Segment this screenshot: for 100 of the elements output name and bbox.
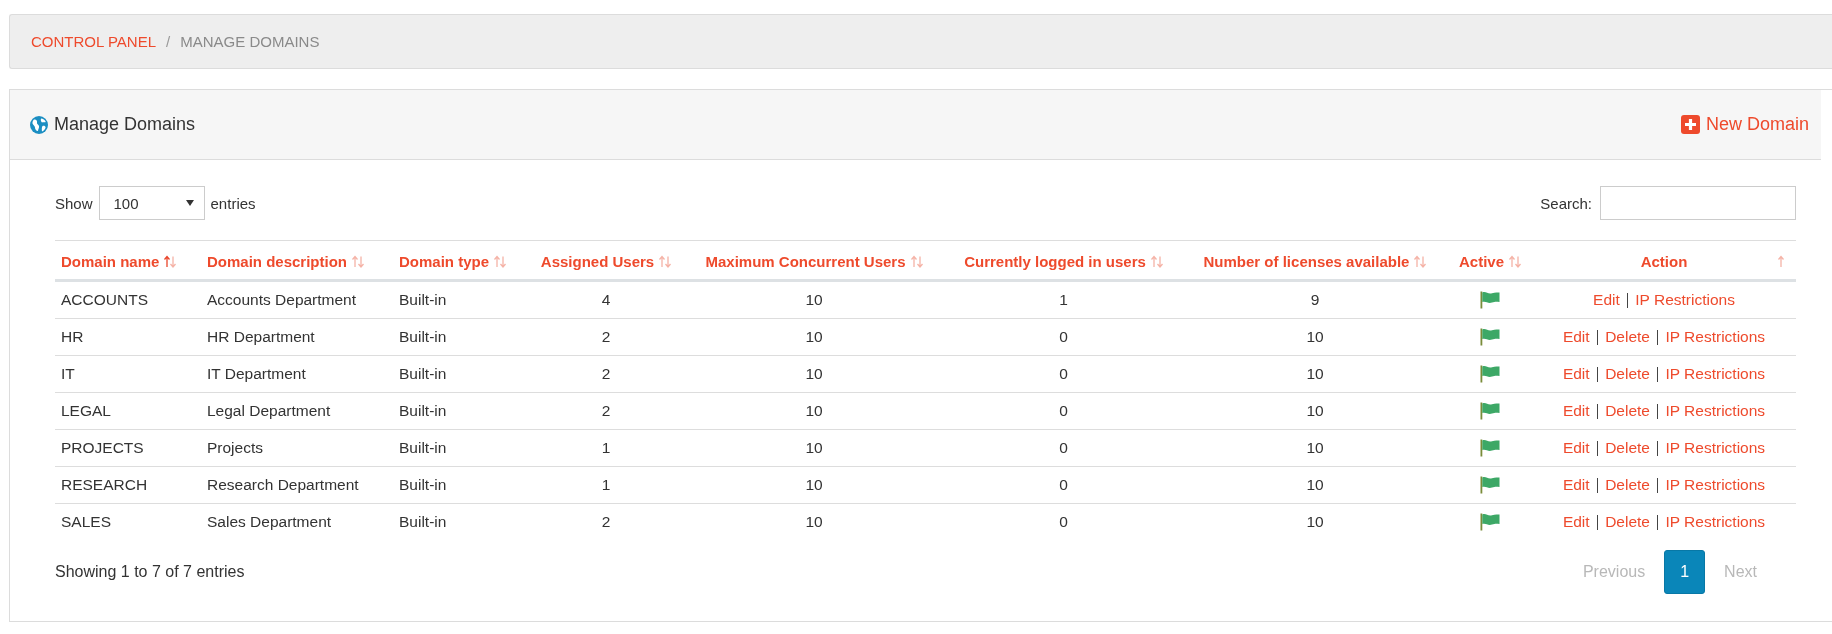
search-label: Search:	[1540, 194, 1592, 212]
plus-icon	[1680, 115, 1700, 134]
caret-icon	[185, 200, 194, 206]
action-link[interactable]: Delete	[1605, 365, 1650, 383]
action-link[interactable]: IP Restrictions	[1665, 328, 1766, 346]
table-cell: 1	[1059, 291, 1068, 308]
table-cell: Legal Department	[207, 402, 331, 419]
table-cell: PROJECTS	[61, 439, 144, 456]
table-cell: 0	[1059, 402, 1068, 419]
action-link[interactable]: Edit	[1562, 439, 1590, 457]
action-link[interactable]: Edit	[1562, 328, 1590, 346]
table-cell: 4	[601, 291, 611, 308]
table-cell: Built-in	[399, 365, 447, 382]
panel-title: Manage Domains	[54, 114, 196, 135]
action-link[interactable]: Edit	[1562, 365, 1590, 383]
column-header[interactable]: Domain type	[399, 253, 489, 270]
table-cell: SALES	[61, 513, 111, 530]
table-cell: 10	[805, 291, 823, 308]
action-link[interactable]: Edit	[1562, 476, 1590, 494]
table-cell: Built-in	[399, 328, 447, 345]
show-label: Show	[55, 194, 93, 212]
column-header[interactable]: Number of licenses available	[1203, 253, 1410, 270]
table-cell: 10	[805, 328, 823, 345]
sort-icon[interactable]	[1150, 254, 1163, 269]
table-cell: IT Department	[207, 365, 306, 382]
column-header[interactable]: Maximum Concurrent Users	[705, 253, 906, 270]
sort-icon[interactable]	[164, 254, 177, 269]
table-cell: Sales Department	[207, 513, 332, 530]
sort-icon[interactable]	[494, 254, 506, 269]
table-cell: 1	[601, 476, 611, 493]
sort-icon[interactable]	[1414, 254, 1427, 269]
sort-icon[interactable]	[1509, 254, 1521, 269]
table-cell: Projects	[207, 439, 263, 456]
table-cell: 10	[1306, 476, 1324, 493]
table-cell: LEGAL	[61, 402, 111, 419]
sort-icon[interactable]	[910, 254, 923, 269]
page-button[interactable]: 1	[1664, 550, 1706, 594]
table-cell: Accounts Department	[207, 291, 357, 308]
action-link[interactable]: Delete	[1605, 402, 1650, 420]
table-cell: Built-in	[399, 513, 447, 530]
column-header[interactable]: Domain name	[61, 253, 160, 270]
table-cell: 10	[1306, 439, 1324, 456]
action-link[interactable]: Delete	[1605, 476, 1650, 494]
column-header[interactable]: Action	[1640, 253, 1688, 270]
action-link[interactable]: Edit	[1562, 402, 1590, 420]
table-cell: RESEARCH	[61, 476, 148, 493]
table-cell: 1	[601, 439, 611, 456]
column-header[interactable]: Assigned Users	[540, 253, 655, 270]
table-cell: 10	[1306, 365, 1324, 382]
action-link[interactable]: IP Restrictions	[1665, 476, 1766, 494]
column-header[interactable]: Domain description	[207, 253, 348, 270]
action-link[interactable]: IP Restrictions	[1665, 439, 1766, 457]
entries-select[interactable]: 100	[98, 186, 205, 220]
table-cell: 10	[805, 365, 823, 382]
search-field[interactable]	[1600, 186, 1796, 220]
table-cell: 2	[601, 328, 611, 345]
new-domain-button[interactable]: New Domain	[1680, 114, 1809, 135]
table-cell: Built-in	[399, 476, 447, 493]
table-cell: 10	[1306, 513, 1324, 530]
table-cell: 0	[1059, 365, 1068, 382]
breadcrumb-separator: /	[166, 33, 171, 50]
entries-label: entries	[210, 194, 256, 212]
breadcrumb-link[interactable]: CONTROL PANEL	[31, 33, 157, 50]
action-link[interactable]: IP Restrictions	[1665, 365, 1766, 383]
table-cell: 10	[805, 513, 823, 530]
action-link[interactable]: Edit	[1562, 513, 1590, 531]
table-cell: IT	[61, 365, 75, 382]
column-header[interactable]: Active	[1459, 253, 1504, 270]
table-cell: 0	[1059, 513, 1068, 530]
table-cell: 2	[601, 402, 611, 419]
table-cell: 10	[805, 402, 823, 419]
table-cell: 2	[601, 365, 611, 382]
table-cell: 10	[805, 476, 823, 493]
table-cell: Built-in	[399, 439, 447, 456]
table-cell: 9	[1310, 291, 1320, 308]
table-cell: 0	[1059, 439, 1068, 456]
table-cell: 10	[1306, 328, 1324, 345]
sort-icon[interactable]	[1778, 254, 1784, 269]
sort-icon[interactable]	[659, 254, 672, 269]
action-link[interactable]: IP Restrictions	[1665, 402, 1766, 420]
table-cell: 0	[1059, 328, 1068, 345]
action-link[interactable]: IP Restrictions	[1665, 513, 1766, 531]
column-header[interactable]: Currently logged in users	[964, 253, 1146, 270]
action-link[interactable]: Delete	[1605, 513, 1650, 531]
table-cell: Built-in	[399, 402, 447, 419]
table-cell: ACCOUNTS	[61, 291, 148, 308]
globe-icon	[30, 115, 48, 134]
table-info: Showing 1 to 7 of 7 entries	[55, 563, 245, 581]
sort-icon[interactable]	[352, 254, 365, 269]
table-cell: 10	[805, 439, 823, 456]
action-link[interactable]: Delete	[1605, 328, 1650, 346]
table-cell: 0	[1059, 476, 1068, 493]
action-link[interactable]: Edit	[1593, 291, 1620, 309]
table-cell: 10	[1306, 402, 1324, 419]
table-cell: HR Department	[207, 328, 315, 345]
breadcrumb-current: MANAGE DOMAINS	[180, 33, 320, 50]
table-cell: HR	[61, 328, 84, 345]
action-link[interactable]: Delete	[1605, 439, 1650, 457]
action-link[interactable]: IP Restrictions	[1635, 291, 1735, 309]
table-cell: Built-in	[399, 291, 447, 308]
